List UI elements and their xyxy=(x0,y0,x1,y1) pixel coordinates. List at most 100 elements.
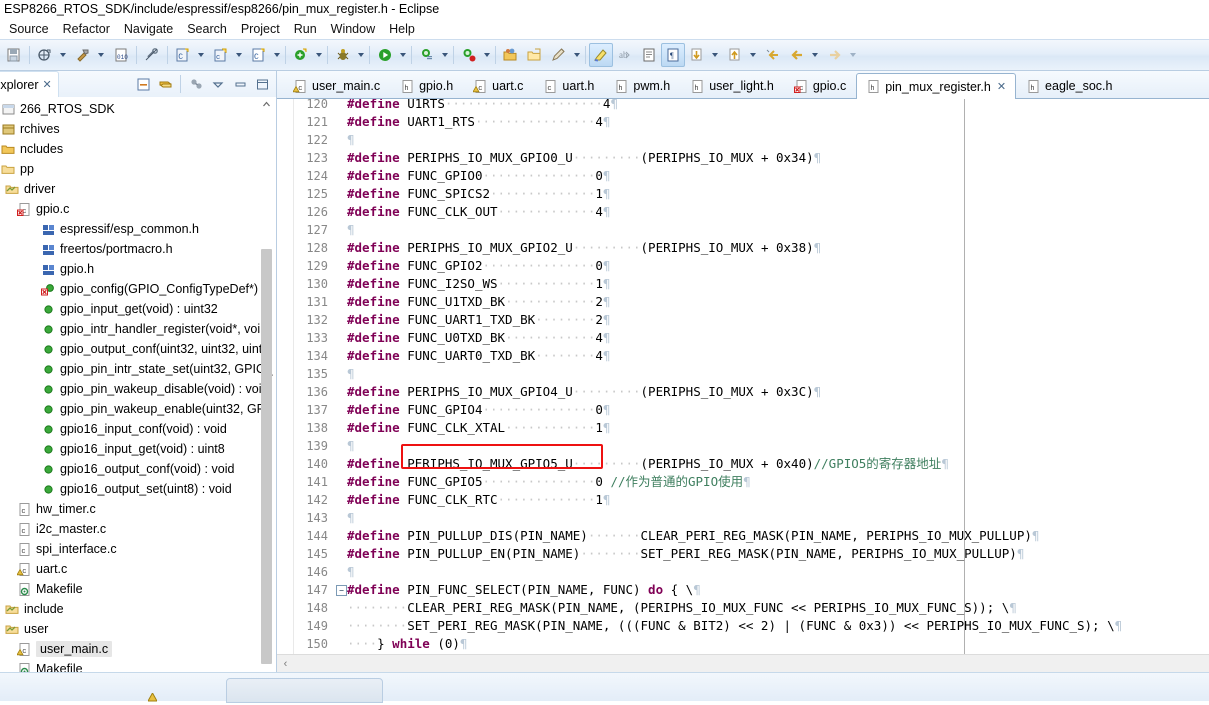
project-tree[interactable]: 266_RTOS_SDK rchives ncludes pp driver c gpio.… xyxy=(0,97,276,672)
tree-item[interactable]: gpio16_input_get(void) : uint8 xyxy=(0,439,276,459)
editor-tab[interactable]: c gpio.c xyxy=(784,73,856,98)
editor-tab[interactable]: c user_main.c xyxy=(283,73,390,98)
code-line[interactable]: 146 ¶ xyxy=(294,563,1209,581)
new-c-class-icon[interactable] xyxy=(33,43,57,67)
menu-navigate[interactable]: Navigate xyxy=(117,20,180,38)
tree-item[interactable]: gpio_pin_wakeup_disable(void) : voi xyxy=(0,379,276,399)
search-reference-icon[interactable] xyxy=(457,43,481,67)
menu-project[interactable]: Project xyxy=(234,20,287,38)
code-line[interactable]: 136 #define PERIPHS_IO_MUX_GPIO4_U·······… xyxy=(294,383,1209,401)
search-reference-dropdown-icon[interactable] xyxy=(481,44,492,66)
code-line[interactable]: 149 ········SET_PERI_REG_MASK(PIN_NAME, (… xyxy=(294,617,1209,635)
menu-run[interactable]: Run xyxy=(287,20,324,38)
code-line[interactable]: 144 #define PIN_PULLUP_DIS(PIN_NAME)·····… xyxy=(294,527,1209,545)
back-icon[interactable] xyxy=(785,43,809,67)
tree-item[interactable]: driver xyxy=(0,179,276,199)
last-edit-location-icon[interactable] xyxy=(761,43,785,67)
close-icon[interactable]: ✕ xyxy=(43,78,52,91)
back-dropdown-icon[interactable] xyxy=(809,44,820,66)
show-whitespace-icon[interactable] xyxy=(637,43,661,67)
code-line[interactable]: 127 ¶ xyxy=(294,221,1209,239)
bottom-view-tab[interactable] xyxy=(226,678,383,703)
code-line[interactable]: 123 #define PERIPHS_IO_MUX_GPIO0_U·······… xyxy=(294,149,1209,167)
toggle-block-selection-icon[interactable]: ¶ xyxy=(661,43,685,67)
tree-item[interactable]: ncludes xyxy=(0,139,276,159)
tree-item[interactable]: gpio16_output_conf(void) : void xyxy=(0,459,276,479)
menu-refactor[interactable]: Refactor xyxy=(56,20,117,38)
pencil-dropdown-icon[interactable] xyxy=(571,44,582,66)
new-c-project-icon[interactable]: C xyxy=(171,43,195,67)
code-line[interactable]: 121 #define UART1_RTS················4¶ xyxy=(294,113,1209,131)
search-declaration-icon[interactable] xyxy=(415,43,439,67)
editor-horizontal-scrollbar[interactable]: ‹ xyxy=(277,654,1209,672)
tree-item[interactable]: espressif/esp_common.h xyxy=(0,219,276,239)
tree-item[interactable]: gpio_output_conf(uint32, uint32, uint xyxy=(0,339,276,359)
menu-search[interactable]: Search xyxy=(180,20,234,38)
editor-tab[interactable]: h eagle_soc.h xyxy=(1016,73,1122,98)
new-cpp-project-dropdown-icon[interactable] xyxy=(233,44,244,66)
open-type-icon[interactable] xyxy=(523,43,547,67)
code-line[interactable]: 148 ········CLEAR_PERI_REG_MASK(PIN_NAME,… xyxy=(294,599,1209,617)
search-declaration-dropdown-icon[interactable] xyxy=(439,44,450,66)
menu-window[interactable]: Window xyxy=(324,20,382,38)
tree-item[interactable]: Makefile xyxy=(0,579,276,599)
code-line[interactable]: 138 #define FUNC_CLK_XTAL············1¶ xyxy=(294,419,1209,437)
pencil-icon[interactable] xyxy=(547,43,571,67)
code-line[interactable]: 126 #define FUNC_CLK_OUT·············4¶ xyxy=(294,203,1209,221)
forward-icon[interactable] xyxy=(823,43,847,67)
link-with-editor-icon[interactable] xyxy=(155,74,175,94)
next-annotation-dropdown-icon[interactable] xyxy=(709,44,720,66)
tree-item[interactable]: c i2c_master.c xyxy=(0,519,276,539)
tree-item[interactable]: gpio_pin_intr_state_set(uint32, GPIO_ xyxy=(0,359,276,379)
code-line[interactable]: 140 #define PERIPHS_IO_MUX_GPIO5_U·······… xyxy=(294,455,1209,473)
new-c-class-dropdown-icon[interactable] xyxy=(57,44,68,66)
tree-item[interactable]: gpio_config(GPIO_ConfigTypeDef*) xyxy=(0,279,276,299)
code-line[interactable]: 131 #define FUNC_U1TXD_BK············2¶ xyxy=(294,293,1209,311)
scroll-left-icon[interactable]: ‹ xyxy=(277,658,294,670)
new-class-icon[interactable] xyxy=(289,43,313,67)
code-line[interactable]: 141 #define FUNC_GPIO5···············0 //… xyxy=(294,473,1209,491)
folding-control[interactable]: − xyxy=(336,584,347,596)
code-line[interactable]: 142 #define FUNC_CLK_RTC·············1¶ xyxy=(294,491,1209,509)
new-cpp-project-icon[interactable]: c xyxy=(209,43,233,67)
code-line[interactable]: 125 #define FUNC_SPICS2··············1¶ xyxy=(294,185,1209,203)
new-c-file-dropdown-icon[interactable] xyxy=(271,44,282,66)
tree-item[interactable]: rchives xyxy=(0,119,276,139)
next-annotation-icon[interactable] xyxy=(685,43,709,67)
code-line[interactable]: 150 ····} while (0)¶ xyxy=(294,635,1209,653)
tree-item[interactable]: gpio.h xyxy=(0,259,276,279)
tree-item[interactable]: gpio16_input_conf(void) : void xyxy=(0,419,276,439)
link-break-icon[interactable] xyxy=(140,43,164,67)
build-hammer-icon[interactable] xyxy=(71,43,95,67)
previous-annotation-icon[interactable] xyxy=(723,43,747,67)
tree-item[interactable]: c hw_timer.c xyxy=(0,499,276,519)
code-line[interactable]: 137 #define FUNC_GPIO4···············0¶ xyxy=(294,401,1209,419)
scroll-up-icon[interactable] xyxy=(261,97,272,111)
close-icon[interactable]: ✕ xyxy=(997,80,1006,93)
code-line[interactable]: 145 #define PIN_PULLUP_EN(PIN_NAME)······… xyxy=(294,545,1209,563)
debug-bug-icon[interactable] xyxy=(331,43,355,67)
source-editor[interactable]: 120 #define U1RTS·····················4¶ 1… xyxy=(277,99,1209,654)
code-line[interactable]: 124 #define FUNC_GPIO0···············0¶ xyxy=(294,167,1209,185)
code-line[interactable]: 120 #define U1RTS·····················4¶ xyxy=(294,99,1209,113)
tree-vertical-scrollbar[interactable] xyxy=(261,97,272,672)
tree-item[interactable]: Makefile xyxy=(0,659,276,672)
code-line[interactable]: 132 #define FUNC_UART1_TXD_BK········2¶ xyxy=(294,311,1209,329)
spell-check-icon[interactable]: ab xyxy=(613,43,637,67)
code-line[interactable]: 135 ¶ xyxy=(294,365,1209,383)
minimize-icon[interactable] xyxy=(230,74,250,94)
new-c-project-dropdown-icon[interactable] xyxy=(195,44,206,66)
menu-source[interactable]: Source xyxy=(2,20,56,38)
editor-tab[interactable]: c uart.c xyxy=(463,73,533,98)
tree-scroll-thumb[interactable] xyxy=(261,249,272,664)
code-line[interactable]: 134 #define FUNC_UART0_TXD_BK········4¶ xyxy=(294,347,1209,365)
editor-tab[interactable]: h pwm.h xyxy=(604,73,680,98)
project-explorer-tab[interactable]: Explorer ✕ xyxy=(0,71,59,97)
new-c-file-icon[interactable]: C xyxy=(247,43,271,67)
tree-item[interactable]: c user_main.c xyxy=(0,639,276,659)
code-line[interactable]: 147− #define PIN_FUNC_SELECT(PIN_NAME, FU… xyxy=(294,581,1209,599)
maximize-icon[interactable] xyxy=(252,74,272,94)
new-class-dropdown-icon[interactable] xyxy=(313,44,324,66)
code-line[interactable]: 139 ¶ xyxy=(294,437,1209,455)
code-line[interactable]: 128 #define PERIPHS_IO_MUX_GPIO2_U·······… xyxy=(294,239,1209,257)
